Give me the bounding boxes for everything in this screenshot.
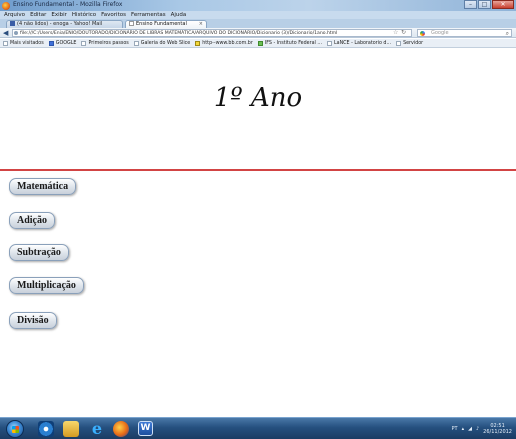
bookmark-label: GOOGLE (55, 40, 77, 46)
google-icon (48, 40, 54, 46)
bookmark-bb[interactable]: http--www.bb.com.br (195, 40, 253, 46)
menu-editar[interactable]: Editar (30, 12, 46, 18)
search-input[interactable]: Google ⌕ (417, 29, 512, 37)
bookmark-label: Servidor (403, 40, 424, 46)
menu-arquivo[interactable]: Arquivo (4, 12, 25, 18)
tab-ensino-fundamental[interactable]: Ensino Fundamental × (125, 20, 207, 28)
page-icon (396, 40, 402, 46)
menu-historico[interactable]: Histórico (72, 12, 96, 18)
menu-ferramentas[interactable]: Ferramentas (131, 12, 166, 18)
url-text: file:///C:/Users/Enia/ENIO/DOUTORADO/DIC… (20, 31, 338, 36)
matematica-button[interactable]: Matemática (9, 178, 77, 195)
divider (0, 169, 516, 171)
menu-bar: Arquivo Editar Exibir Histórico Favorito… (0, 11, 516, 19)
globe-icon (14, 31, 18, 35)
tab-strip: (4 não lidos) - enoga - Yahoo! Mail Ensi… (0, 19, 516, 46)
bookmark-primeiros-passos[interactable]: Primeiros passos (81, 40, 129, 46)
navigation-bar: ◀ file:///C:/Users/Enia/ENIO/DOUTORADO/D… (0, 28, 516, 38)
bookmark-servidor[interactable]: Servidor (396, 40, 424, 46)
media-player-icon[interactable] (38, 421, 54, 437)
search-placeholder: Google (431, 30, 449, 36)
menu-ajuda[interactable]: Ajuda (171, 12, 187, 18)
close-button[interactable]: ✕ (492, 0, 514, 9)
bookmark-ifs[interactable]: IFS - Instituto Federal ... (257, 40, 322, 46)
firefox-logo-icon (2, 2, 10, 10)
bookmark-label: IFS - Instituto Federal ... (264, 40, 322, 46)
page-icon (133, 40, 139, 46)
yahoo-mail-icon (10, 21, 15, 26)
bookmark-label: Galeria do Web Slice (140, 40, 191, 46)
page-icon (326, 40, 332, 46)
search-icon[interactable]: ⌕ (506, 30, 509, 38)
windows-logo-icon (12, 426, 19, 433)
bookmark-label: Mais visitados (10, 40, 44, 46)
clock-date: 26/11/2012 (483, 429, 512, 435)
tab-label: Ensino Fundamental (136, 21, 187, 27)
tab-label: (4 não lidos) - enoga - Yahoo! Mail (17, 21, 103, 27)
bookmarks-bar: Mais visitados GOOGLE Primeiros passos G… (0, 39, 516, 48)
bookmark-label: http--www.bb.com.br (202, 40, 253, 46)
close-tab-icon[interactable]: × (199, 21, 203, 27)
reload-icon[interactable]: ↻ (401, 29, 406, 36)
system-tray: PT ▴ ◢ ♪ 02:51 26/11/2012 (448, 422, 512, 436)
start-button[interactable] (6, 420, 24, 438)
bookmark-google[interactable]: GOOGLE (48, 40, 77, 46)
clock[interactable]: 02:51 26/11/2012 (483, 423, 512, 435)
maximize-button[interactable]: □ (478, 0, 491, 9)
google-icon (420, 31, 425, 36)
firefox-icon[interactable] (113, 421, 129, 437)
taskbar: e W PT ▴ ◢ ♪ 02:51 26/11/2012 (0, 417, 516, 439)
adicao-button[interactable]: Adição (9, 212, 55, 229)
ifs-icon (257, 40, 263, 46)
url-bar[interactable]: file:///C:/Users/Enia/ENIO/DOUTORADO/DIC… (12, 29, 412, 37)
page-icon (129, 21, 134, 26)
bb-icon (195, 40, 201, 46)
page-icon (81, 40, 87, 46)
internet-explorer-icon[interactable]: e (89, 421, 105, 437)
word-icon[interactable]: W (138, 421, 153, 436)
menu-favoritos[interactable]: Favoritos (101, 12, 126, 18)
bookmark-galeria-web-slice[interactable]: Galeria do Web Slice (133, 40, 191, 46)
page-title: 1º Ano (213, 83, 303, 113)
minimize-button[interactable]: – (464, 0, 477, 9)
bookmark-lance[interactable]: LaNCE - Laboratorio d... (326, 40, 392, 46)
network-icon[interactable]: ◢ (468, 426, 472, 432)
bookmark-label: Primeiros passos (88, 40, 129, 46)
bookmark-mais-visitados[interactable]: Mais visitados (3, 40, 44, 46)
menu-exibir[interactable]: Exibir (51, 12, 67, 18)
bookmark-icon (3, 40, 8, 46)
volume-icon[interactable]: ♪ (476, 426, 479, 432)
tab-yahoo-mail[interactable]: (4 não lidos) - enoga - Yahoo! Mail (6, 20, 123, 28)
bookmark-star-icon[interactable]: ☆ (393, 29, 398, 36)
folder-icon[interactable] (63, 421, 79, 437)
multiplicacao-button[interactable]: Multiplicação (9, 277, 84, 294)
subtracao-button[interactable]: Subtração (9, 244, 69, 261)
bookmark-label: LaNCE - Laboratorio d... (333, 40, 392, 46)
divisao-button[interactable]: Divisão (9, 312, 57, 329)
back-arrow-icon[interactable]: ◀ (3, 29, 11, 37)
tray-arrow-icon[interactable]: ▴ (462, 426, 465, 432)
window-title: Ensino Fundamental - Mozilla Firefox (13, 1, 123, 8)
language-indicator[interactable]: PT (452, 426, 458, 432)
window-controls: – □ ✕ (463, 0, 514, 10)
window-titlebar[interactable]: Ensino Fundamental - Mozilla Firefox – □… (0, 0, 516, 11)
